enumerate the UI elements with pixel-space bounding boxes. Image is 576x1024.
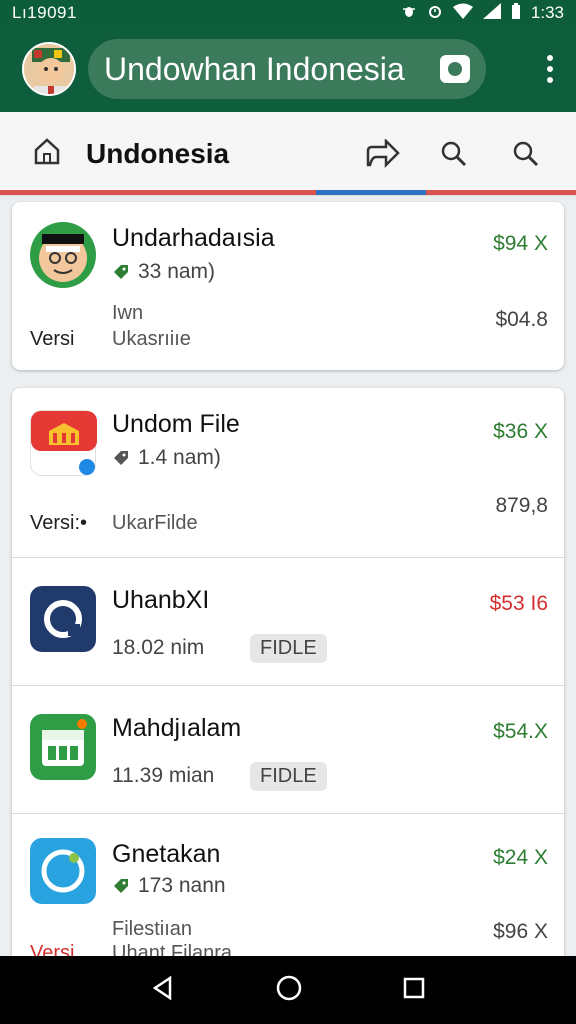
tag-icon	[114, 265, 128, 279]
item-version-label: Versi:•	[30, 512, 88, 534]
battery-icon	[511, 2, 521, 24]
tag-icon	[114, 451, 128, 465]
item-name: Undom File	[112, 410, 240, 438]
app-avatar-icon	[30, 222, 96, 288]
status-badge: FIDLE	[250, 634, 327, 663]
search-input[interactable]: Undowhan Indonesia	[88, 39, 486, 99]
app-list: Undom File 1.4 nam) UkarFilde Versi:• $3…	[12, 388, 564, 958]
more-options-icon[interactable]	[536, 49, 564, 89]
building-icon	[30, 410, 97, 476]
item-price-secondary: $96 X	[493, 920, 548, 943]
tab-indicator	[0, 190, 576, 195]
camera-icon[interactable]	[440, 55, 470, 83]
item-price: $36 X	[493, 420, 548, 443]
item-line3a: Iwn	[112, 302, 144, 324]
search-text: Undowhan Indonesia	[104, 50, 405, 87]
avatar[interactable]	[22, 42, 76, 96]
item-price-secondary: 879,8	[495, 494, 548, 517]
status-icons: 1:33	[401, 2, 564, 24]
list-item[interactable]: UhanbXI 18.02 nim FIDLE $53 I6	[12, 558, 564, 686]
item-meta: 173 nann	[112, 874, 226, 898]
signal-icon	[482, 2, 501, 24]
item-duration: 1.4 nam)	[138, 446, 221, 469]
item-version-label: Versi	[30, 328, 75, 350]
item-duration: 18.02 nim	[112, 636, 205, 659]
item-price: $54.X	[493, 720, 548, 743]
list-item[interactable]: Mahdjıalam 11.39 mian FIDLE $54.X	[12, 686, 564, 814]
item-meta: 33 nam)	[112, 260, 215, 284]
item-name: Mahdjıalam	[112, 714, 242, 742]
home-icon[interactable]	[32, 136, 62, 171]
item-line3a: Filestiıan	[112, 918, 193, 940]
wifi-icon	[452, 3, 473, 24]
item-price: $94 X	[493, 232, 548, 255]
home-nav-icon[interactable]	[275, 974, 303, 1007]
item-price: $53 I6	[489, 592, 548, 615]
status-time-right: 1:33	[530, 3, 564, 22]
status-time-left: Lı19091	[12, 3, 77, 22]
item-name: Gnetakan	[112, 840, 221, 868]
ring-app-icon	[30, 838, 96, 904]
search-icon-secondary[interactable]	[504, 132, 548, 176]
item-price-secondary: $04.8	[495, 308, 548, 331]
search-icon[interactable]	[432, 132, 476, 176]
bug-icon	[401, 3, 417, 24]
toolbar: Undonesia	[0, 112, 576, 196]
item-duration: 173 nann	[138, 874, 226, 897]
page-title: Undonesia	[86, 137, 230, 169]
recents-icon[interactable]	[402, 976, 426, 1005]
item-name: Undarhadaısia	[112, 224, 275, 252]
back-icon[interactable]	[150, 975, 176, 1006]
circle-app-icon	[30, 586, 96, 652]
item-duration: 11.39 mian	[112, 764, 215, 787]
system-nav-bar	[0, 956, 576, 1024]
list-item[interactable]: Undarhadaısia 33 nam) Iwn Ukasrıiıe Vers…	[12, 202, 564, 370]
app-bar: Undowhan Indonesia	[0, 26, 576, 112]
status-badge: FIDLE	[250, 762, 327, 791]
calendar-icon	[30, 714, 96, 780]
tag-icon	[114, 879, 128, 893]
share-icon[interactable]	[360, 132, 404, 176]
status-bar: Lı19091 1:33	[0, 0, 576, 26]
item-duration: 33 nam)	[138, 260, 216, 283]
item-line3b: Ukasrıiıe	[112, 328, 191, 350]
item-line3b: UkarFilde	[112, 512, 198, 534]
alarm-icon	[427, 3, 443, 24]
list-item[interactable]: Undom File 1.4 nam) UkarFilde Versi:• $3…	[12, 388, 564, 558]
item-meta: 1.4 nam)	[112, 446, 221, 470]
item-name: UhanbXI	[112, 586, 210, 614]
item-price: $24 X	[493, 846, 548, 869]
list-item[interactable]: Gnetakan 173 nann Filestiıan Uhant Filan…	[12, 814, 564, 958]
